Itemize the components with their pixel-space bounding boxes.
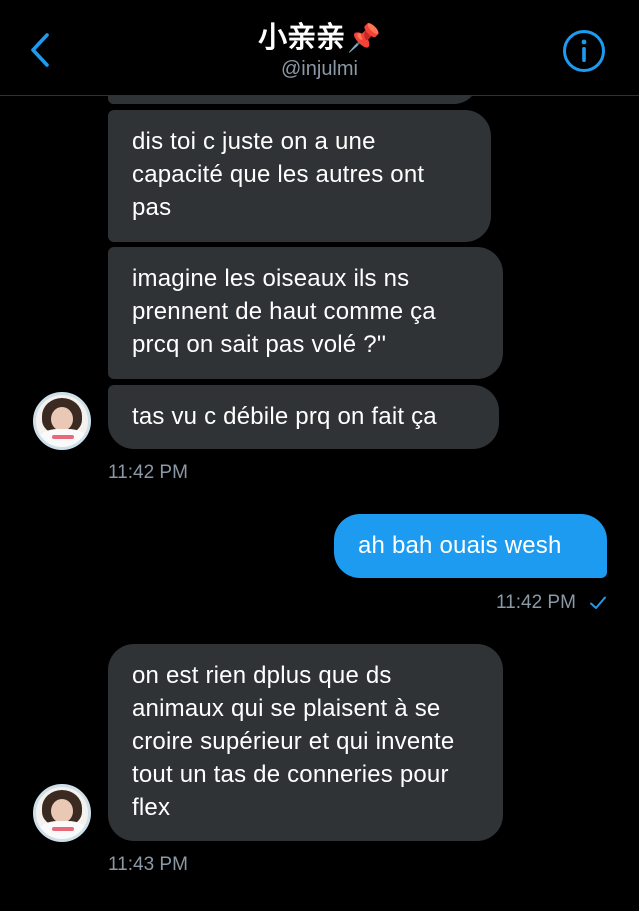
conversation-header: 小亲亲📌 @injulmi	[0, 0, 639, 96]
avatar-shirt-stripe	[52, 827, 74, 831]
info-button[interactable]	[562, 29, 606, 73]
avatar-face	[51, 799, 73, 823]
incoming-message-partial	[108, 96, 478, 104]
message-timestamp: 11:42 PM	[496, 592, 576, 613]
avatar-shirt	[39, 429, 87, 447]
incoming-message: tas vu c débile prq on fait ça	[108, 385, 499, 449]
checkmark-icon	[590, 596, 606, 609]
message-timestamp: 11:42 PM	[108, 462, 188, 483]
message-timestamp: 11:43 PM	[108, 854, 188, 875]
avatar-shirt	[39, 821, 87, 839]
outgoing-message: ah bah ouais wesh	[334, 514, 607, 578]
contact-name: 小亲亲	[258, 22, 346, 54]
message-text: dis toi c juste on a une capacité que le…	[132, 128, 425, 221]
message-text: ah bah ouais wesh	[358, 532, 562, 559]
avatar-face	[51, 407, 73, 431]
avatar-shirt-stripe	[52, 435, 74, 439]
incoming-message: on est rien dplus que ds animaux qui se …	[108, 644, 503, 841]
message-text: on est rien dplus que ds animaux qui se …	[132, 662, 455, 821]
contact-avatar[interactable]	[33, 392, 91, 450]
contact-handle: @injulmi	[281, 58, 358, 80]
message-text: imagine les oiseaux ils ns prennent de h…	[132, 265, 436, 358]
conversation-title: 小亲亲📌	[0, 20, 639, 56]
contact-avatar[interactable]	[33, 784, 91, 842]
incoming-message: dis toi c juste on a une capacité que le…	[108, 110, 491, 242]
conversation-title-block[interactable]: 小亲亲📌 @injulmi	[0, 20, 639, 82]
info-icon	[563, 30, 605, 72]
pushpin-emoji: 📌	[347, 23, 381, 53]
incoming-message: imagine les oiseaux ils ns prennent de h…	[108, 247, 503, 379]
message-text: tas vu c débile prq on fait ça	[132, 403, 437, 430]
message-thread[interactable]: dis toi c juste on a une capacité que le…	[0, 96, 639, 911]
